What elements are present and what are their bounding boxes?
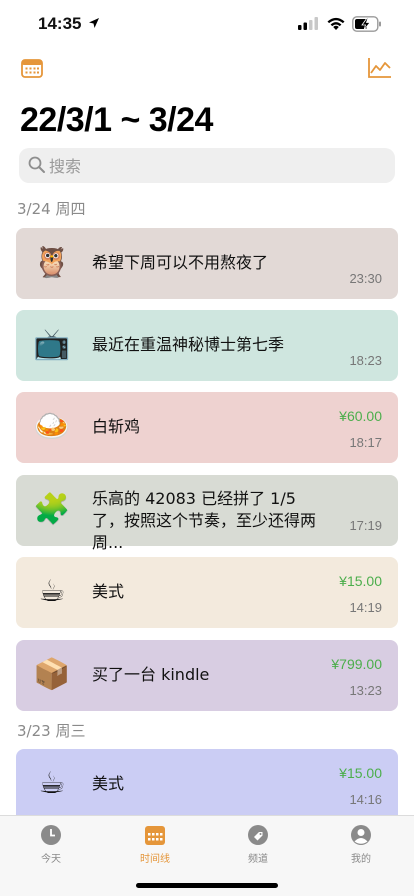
search-bar[interactable] <box>19 148 395 183</box>
entry-text: 买了一台 kindle <box>92 665 210 684</box>
tab-label: 时间线 <box>140 854 170 865</box>
calendar-button-icon[interactable] <box>21 57 43 79</box>
wifi-icon <box>327 17 345 30</box>
search-icon <box>28 156 45 173</box>
coffee-icon: ☕ <box>38 766 66 801</box>
line-chart-icon[interactable] <box>368 57 392 79</box>
cellular-signal-icon <box>298 17 318 30</box>
entry-card[interactable]: ☕ 美式 ¥15.00 14:19 <box>16 557 398 628</box>
package-icon: 📦 <box>33 657 71 692</box>
tab-me[interactable]: 我的 <box>321 824 401 865</box>
entry-time: 23:30 <box>349 271 382 286</box>
entry-time: 14:16 <box>349 792 382 807</box>
entry-card[interactable]: 🧩 乐高的 42083 已经拼了 1/5 了，按照这个节奏，至少还得两周... … <box>16 475 398 552</box>
tab-channels[interactable]: 频道 <box>218 824 298 865</box>
entry-price: ¥15.00 <box>339 573 382 589</box>
entry-text: 乐高的 42083 已经拼了 1/5 了，按照这个节奏，至少还得两周... <box>92 489 317 552</box>
person-icon <box>351 825 371 845</box>
entry-time: 13:23 <box>349 683 382 698</box>
tab-today[interactable]: 今天 <box>11 824 91 865</box>
entry-text: 白斩鸡 <box>92 417 141 436</box>
entry-text: 希望下周可以不用熬夜了 <box>92 253 269 272</box>
entry-time: 18:23 <box>349 353 382 368</box>
home-indicator <box>136 883 278 888</box>
entry-card[interactable]: 📺 最近在重温神秘博士第七季 18:23 <box>16 310 398 381</box>
section-header-3-23: 3/23 周三 <box>17 722 86 740</box>
tab-label: 今天 <box>41 854 61 865</box>
entry-card[interactable]: 🍛 白斩鸡 ¥60.00 18:17 <box>16 392 398 463</box>
tab-label: 我的 <box>351 854 371 865</box>
search-input[interactable] <box>49 154 349 178</box>
entry-card[interactable]: 🦉 希望下周可以不用熬夜了 23:30 <box>16 228 398 299</box>
location-arrow-icon <box>89 18 99 28</box>
entry-price: ¥799.00 <box>331 656 382 672</box>
tab-label: 频道 <box>248 854 268 865</box>
entry-text: 美式 <box>92 774 125 793</box>
calendar-icon <box>145 826 165 845</box>
page-title: 22/3/1 ~ 3/24 <box>20 101 213 139</box>
entry-card[interactable]: 📦 买了一台 kindle ¥799.00 13:23 <box>16 640 398 711</box>
rice-dish-icon: 🍛 <box>33 409 71 444</box>
coffee-icon: ☕ <box>38 574 66 609</box>
battery-charging-icon <box>352 16 381 32</box>
clock-icon <box>41 825 61 845</box>
owl-icon: 🦉 <box>33 245 71 280</box>
status-bar: 14:35 <box>0 0 414 48</box>
tv-icon: 📺 <box>33 327 71 362</box>
section-header-3-24: 3/24 周四 <box>17 200 86 218</box>
tab-timeline[interactable]: 时间线 <box>115 824 195 865</box>
puzzle-icon: 🧩 <box>33 492 71 527</box>
entry-price: ¥60.00 <box>339 408 382 424</box>
entry-time: 14:19 <box>349 600 382 615</box>
tag-icon <box>248 825 268 845</box>
entry-text: 最近在重温神秘博士第七季 <box>92 335 285 354</box>
status-time: 14:35 <box>38 14 82 33</box>
entry-time: 18:17 <box>349 435 382 450</box>
entry-price: ¥15.00 <box>339 765 382 781</box>
entry-time: 17:19 <box>349 518 382 533</box>
entry-text: 美式 <box>92 582 125 601</box>
